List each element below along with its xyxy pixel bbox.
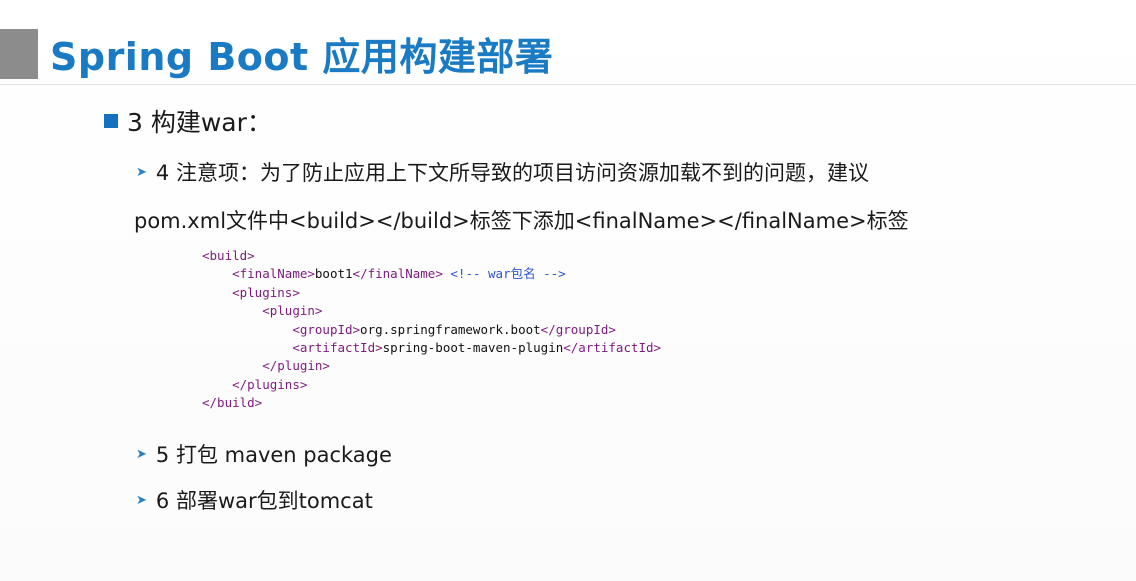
list-item-deploy: ➤ 6 部署war包到tomcat [136,485,373,515]
title-divider [0,84,1136,85]
code-line: <finalName>boot1</finalName> <!-- war包名 … [202,265,661,283]
arrow-bullet-icon: ➤ [136,446,147,462]
code-line: <groupId>org.springframework.boot</group… [202,321,661,339]
code-line: <plugin> [202,302,661,320]
code-tag: </finalName> [352,266,443,282]
code-tag: </plugin> [262,358,330,374]
code-tag: <plugins> [232,284,300,300]
list-item-continuation: pom.xml文件中<build></build>标签下添加<finalName… [134,209,909,233]
arrow-bullet-icon: ➤ [136,492,147,508]
code-value: boot1 [314,266,353,282]
code-line: <artifactId>spring-boot-maven-plugin</ar… [202,339,661,357]
code-tag: <finalName> [232,266,315,282]
slide-title: Spring Boot 应用构建部署 [50,35,554,79]
code-tag: </groupId> [540,321,616,337]
section-heading-text: 3 构建war： [127,108,272,137]
code-line: </plugins> [202,376,661,394]
code-value: spring-boot-maven-plugin [382,339,564,355]
code-line: </plugin> [202,357,661,375]
list-item-note: ➤ 4 注意项：为了防止应用上下文所导致的项目访问资源加载不到的问题，建议 [136,157,869,187]
list-item-text: 6 部署war包到tomcat [155,489,373,513]
code-line: <build> [202,247,661,265]
code-line: <plugins> [202,284,661,302]
title-accent-bar [0,29,38,79]
code-block: <build> <finalName>boot1</finalName> <!-… [202,247,661,413]
square-bullet-icon [104,114,118,128]
code-tag: <artifactId> [292,339,383,355]
code-tag: </plugins> [232,376,308,392]
code-value: org.springframework.boot [360,321,541,337]
code-tag: <build> [202,248,255,263]
arrow-bullet-icon: ➤ [136,164,147,180]
list-item-package: ➤ 5 打包 maven package [136,439,392,469]
section-heading: 3 构建war： [104,103,272,139]
code-tag: </artifactId> [563,339,662,355]
code-tag: </build> [202,395,263,411]
code-tag: <groupId> [292,321,361,337]
list-item-text: 4 注意项：为了防止应用上下文所导致的项目访问资源加载不到的问题，建议 [155,161,869,185]
code-tag: <plugin> [262,303,323,319]
code-comment: <!-- war包名 --> [450,266,566,282]
list-item-text: 5 打包 maven package [155,443,392,467]
code-line: </build> [202,394,661,412]
